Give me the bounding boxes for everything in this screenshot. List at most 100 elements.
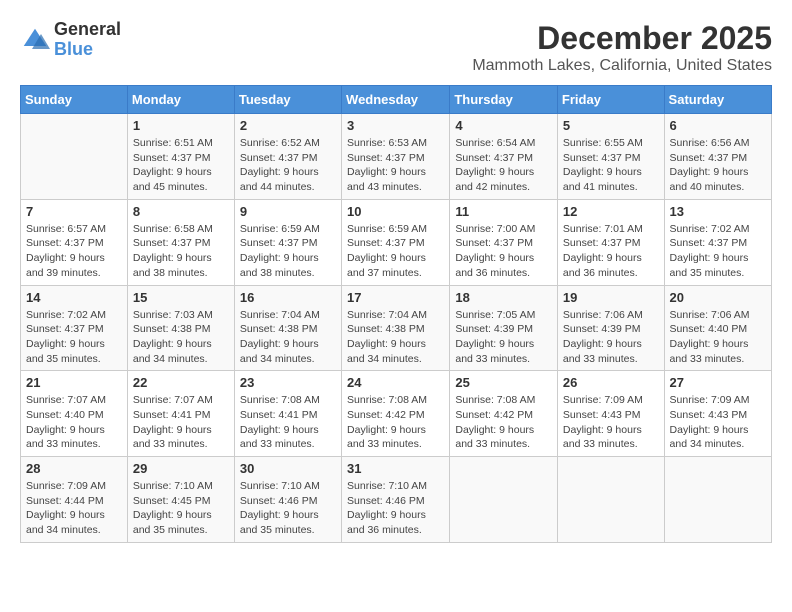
day-number: 6 [670, 118, 766, 133]
day-info: Sunrise: 7:09 AM Sunset: 4:43 PM Dayligh… [670, 393, 766, 452]
day-info: Sunrise: 7:07 AM Sunset: 4:41 PM Dayligh… [133, 393, 229, 452]
calendar-cell: 28Sunrise: 7:09 AM Sunset: 4:44 PM Dayli… [21, 457, 128, 543]
calendar-cell: 23Sunrise: 7:08 AM Sunset: 4:41 PM Dayli… [234, 371, 341, 457]
calendar-cell: 2 Sunrise: 6:52 AM Sunset: 4:37 PM Daylig… [234, 114, 341, 200]
weekday-header: Monday [127, 86, 234, 114]
calendar-cell: 5 Sunrise: 6:55 AM Sunset: 4:37 PM Daylig… [557, 114, 664, 200]
day-number: 13 [670, 204, 766, 219]
day-number: 9 [240, 204, 336, 219]
day-info: Sunrise: 6:52 AM Sunset: 4:37 PM Dayligh… [240, 136, 336, 195]
day-number: 5 [563, 118, 659, 133]
day-info: Sunrise: 7:09 AM Sunset: 4:43 PM Dayligh… [563, 393, 659, 452]
day-number: 7 [26, 204, 122, 219]
day-info: Sunrise: 7:07 AM Sunset: 4:40 PM Dayligh… [26, 393, 122, 452]
day-info: Sunrise: 7:05 AM Sunset: 4:39 PM Dayligh… [455, 308, 552, 367]
day-number: 29 [133, 461, 229, 476]
calendar-cell: 8 Sunrise: 6:58 AM Sunset: 4:37 PM Daylig… [127, 199, 234, 285]
day-info: Sunrise: 7:03 AM Sunset: 4:38 PM Dayligh… [133, 308, 229, 367]
weekday-header: Tuesday [234, 86, 341, 114]
day-number: 27 [670, 375, 766, 390]
calendar-cell: 29 Sunrise: 7:10 AM Sunset: 4:45 PM Dayli… [127, 457, 234, 543]
calendar-cell: 26 Sunrise: 7:09 AM Sunset: 4:43 PM Dayli… [557, 371, 664, 457]
weekday-header: Thursday [450, 86, 558, 114]
weekday-header: Friday [557, 86, 664, 114]
day-info: Sunrise: 7:04 AM Sunset: 4:38 PM Dayligh… [347, 308, 444, 367]
logo-icon [20, 25, 50, 55]
calendar-week-row: 28Sunrise: 7:09 AM Sunset: 4:44 PM Dayli… [21, 457, 772, 543]
calendar-cell: 22Sunrise: 7:07 AM Sunset: 4:41 PM Dayli… [127, 371, 234, 457]
calendar-cell [450, 457, 558, 543]
calendar-cell: 15 Sunrise: 7:03 AM Sunset: 4:38 PM Dayli… [127, 285, 234, 371]
day-info: Sunrise: 6:58 AM Sunset: 4:37 PM Dayligh… [133, 222, 229, 281]
day-number: 16 [240, 290, 336, 305]
day-number: 12 [563, 204, 659, 219]
day-info: Sunrise: 7:10 AM Sunset: 4:46 PM Dayligh… [347, 479, 444, 538]
calendar-cell [557, 457, 664, 543]
calendar-cell: 6Sunrise: 6:56 AM Sunset: 4:37 PM Daylig… [664, 114, 771, 200]
day-number: 11 [455, 204, 552, 219]
calendar-week-row: 1 Sunrise: 6:51 AM Sunset: 4:37 PM Daylig… [21, 114, 772, 200]
day-info: Sunrise: 7:09 AM Sunset: 4:44 PM Dayligh… [26, 479, 122, 538]
day-info: Sunrise: 7:08 AM Sunset: 4:42 PM Dayligh… [347, 393, 444, 452]
calendar-cell: 12 Sunrise: 7:01 AM Sunset: 4:37 PM Dayli… [557, 199, 664, 285]
day-number: 19 [563, 290, 659, 305]
day-number: 25 [455, 375, 552, 390]
calendar-cell: 1 Sunrise: 6:51 AM Sunset: 4:37 PM Daylig… [127, 114, 234, 200]
day-number: 20 [670, 290, 766, 305]
day-number: 26 [563, 375, 659, 390]
calendar-cell: 20 Sunrise: 7:06 AM Sunset: 4:40 PM Dayli… [664, 285, 771, 371]
calendar-cell: 3Sunrise: 6:53 AM Sunset: 4:37 PM Daylig… [342, 114, 450, 200]
calendar-cell: 4Sunrise: 6:54 AM Sunset: 4:37 PM Daylig… [450, 114, 558, 200]
calendar-cell: 14 Sunrise: 7:02 AM Sunset: 4:37 PM Dayli… [21, 285, 128, 371]
calendar-cell [21, 114, 128, 200]
calendar-cell: 18Sunrise: 7:05 AM Sunset: 4:39 PM Dayli… [450, 285, 558, 371]
subtitle: Mammoth Lakes, California, United States [472, 57, 772, 75]
day-number: 8 [133, 204, 229, 219]
calendar-cell: 24Sunrise: 7:08 AM Sunset: 4:42 PM Dayli… [342, 371, 450, 457]
day-info: Sunrise: 6:51 AM Sunset: 4:37 PM Dayligh… [133, 136, 229, 195]
day-number: 10 [347, 204, 444, 219]
day-info: Sunrise: 7:10 AM Sunset: 4:45 PM Dayligh… [133, 479, 229, 538]
weekday-header: Wednesday [342, 86, 450, 114]
day-number: 14 [26, 290, 122, 305]
day-info: Sunrise: 6:59 AM Sunset: 4:37 PM Dayligh… [347, 222, 444, 281]
calendar-cell: 19Sunrise: 7:06 AM Sunset: 4:39 PM Dayli… [557, 285, 664, 371]
day-info: Sunrise: 7:06 AM Sunset: 4:40 PM Dayligh… [670, 308, 766, 367]
calendar-cell: 13 Sunrise: 7:02 AM Sunset: 4:37 PM Dayli… [664, 199, 771, 285]
day-number: 23 [240, 375, 336, 390]
calendar-cell: 27 Sunrise: 7:09 AM Sunset: 4:43 PM Dayli… [664, 371, 771, 457]
day-number: 31 [347, 461, 444, 476]
calendar-cell: 31 Sunrise: 7:10 AM Sunset: 4:46 PM Dayli… [342, 457, 450, 543]
calendar-week-row: 7 Sunrise: 6:57 AM Sunset: 4:37 PM Daylig… [21, 199, 772, 285]
day-info: Sunrise: 7:10 AM Sunset: 4:46 PM Dayligh… [240, 479, 336, 538]
day-info: Sunrise: 7:02 AM Sunset: 4:37 PM Dayligh… [670, 222, 766, 281]
day-info: Sunrise: 7:02 AM Sunset: 4:37 PM Dayligh… [26, 308, 122, 367]
calendar-cell: 25 Sunrise: 7:08 AM Sunset: 4:42 PM Dayli… [450, 371, 558, 457]
day-info: Sunrise: 6:55 AM Sunset: 4:37 PM Dayligh… [563, 136, 659, 195]
calendar-cell: 16Sunrise: 7:04 AM Sunset: 4:38 PM Dayli… [234, 285, 341, 371]
header: General Blue December 2025 Mammoth Lakes… [20, 20, 772, 75]
day-info: Sunrise: 7:08 AM Sunset: 4:42 PM Dayligh… [455, 393, 552, 452]
calendar-cell: 9 Sunrise: 6:59 AM Sunset: 4:37 PM Daylig… [234, 199, 341, 285]
day-number: 30 [240, 461, 336, 476]
calendar-cell: 17Sunrise: 7:04 AM Sunset: 4:38 PM Dayli… [342, 285, 450, 371]
day-info: Sunrise: 6:59 AM Sunset: 4:37 PM Dayligh… [240, 222, 336, 281]
day-number: 15 [133, 290, 229, 305]
day-info: Sunrise: 7:00 AM Sunset: 4:37 PM Dayligh… [455, 222, 552, 281]
day-info: Sunrise: 6:54 AM Sunset: 4:37 PM Dayligh… [455, 136, 552, 195]
calendar-cell [664, 457, 771, 543]
day-info: Sunrise: 6:57 AM Sunset: 4:37 PM Dayligh… [26, 222, 122, 281]
day-info: Sunrise: 7:01 AM Sunset: 4:37 PM Dayligh… [563, 222, 659, 281]
day-number: 21 [26, 375, 122, 390]
calendar-cell: 7 Sunrise: 6:57 AM Sunset: 4:37 PM Daylig… [21, 199, 128, 285]
day-number: 1 [133, 118, 229, 133]
calendar-cell: 30 Sunrise: 7:10 AM Sunset: 4:46 PM Dayli… [234, 457, 341, 543]
weekday-header: Sunday [21, 86, 128, 114]
logo: General Blue [20, 20, 121, 60]
day-number: 2 [240, 118, 336, 133]
weekday-header-row: SundayMondayTuesdayWednesdayThursdayFrid… [21, 86, 772, 114]
day-info: Sunrise: 6:53 AM Sunset: 4:37 PM Dayligh… [347, 136, 444, 195]
title-area: December 2025 Mammoth Lakes, California,… [472, 20, 772, 75]
calendar-cell: 10 Sunrise: 6:59 AM Sunset: 4:37 PM Dayli… [342, 199, 450, 285]
calendar-week-row: 14 Sunrise: 7:02 AM Sunset: 4:37 PM Dayli… [21, 285, 772, 371]
